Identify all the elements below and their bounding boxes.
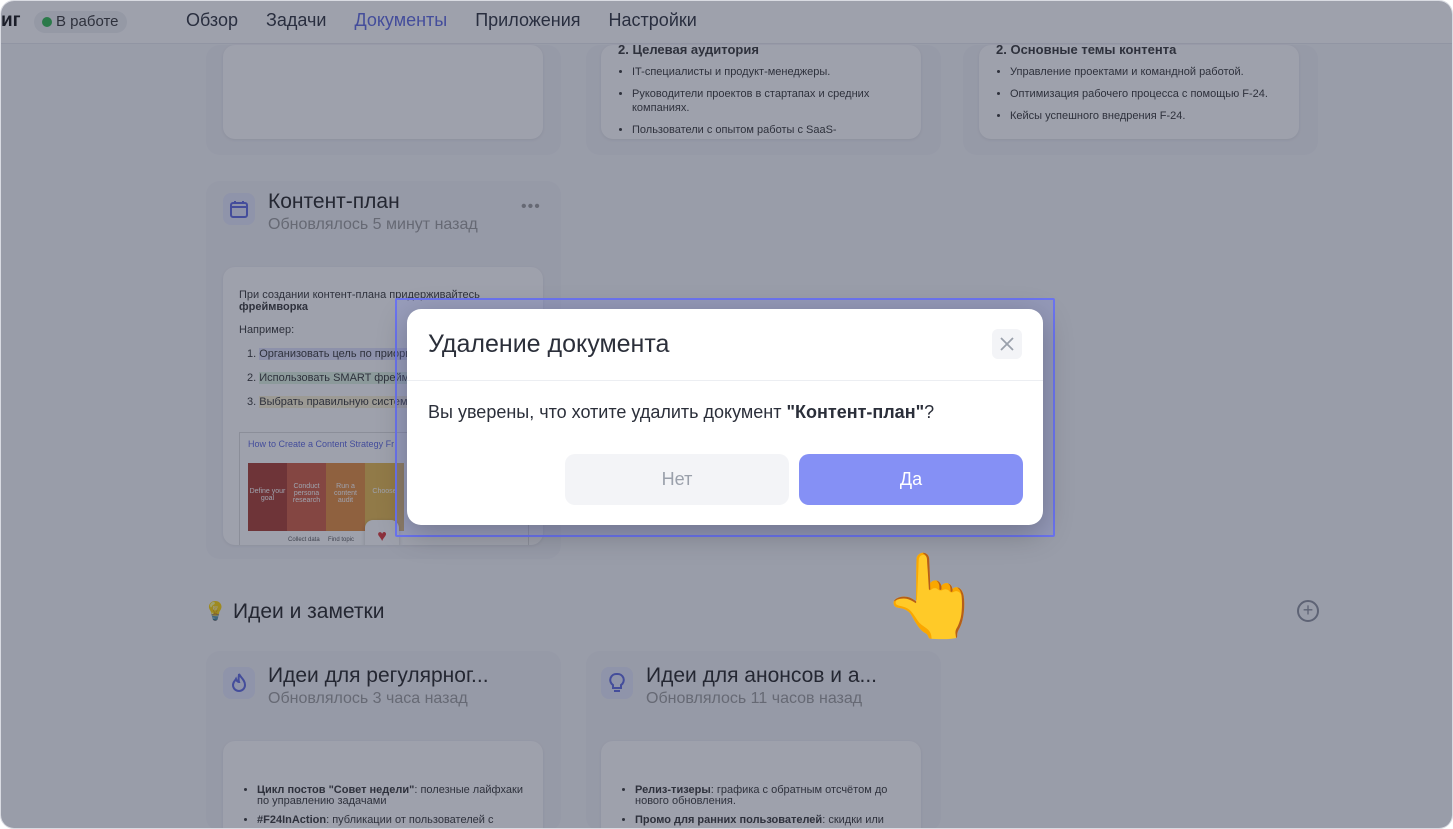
dialog-divider bbox=[407, 380, 1043, 381]
app-window: иг В работе Обзор Задачи Документы Прило… bbox=[0, 0, 1453, 829]
dialog-title: Удаление документа bbox=[428, 330, 670, 358]
delete-document-dialog: Удаление документа Вы уверены, что хотит… bbox=[407, 309, 1043, 525]
close-icon[interactable] bbox=[992, 329, 1022, 359]
document-name: "Контент-план" bbox=[786, 402, 925, 422]
pointing-hand-cursor-icon: 👆 bbox=[881, 551, 984, 642]
dialog-message: Вы уверены, что хотите удалить документ … bbox=[428, 402, 935, 422]
cancel-button[interactable]: Нет bbox=[565, 454, 789, 505]
confirm-delete-button[interactable]: Да bbox=[799, 454, 1023, 505]
